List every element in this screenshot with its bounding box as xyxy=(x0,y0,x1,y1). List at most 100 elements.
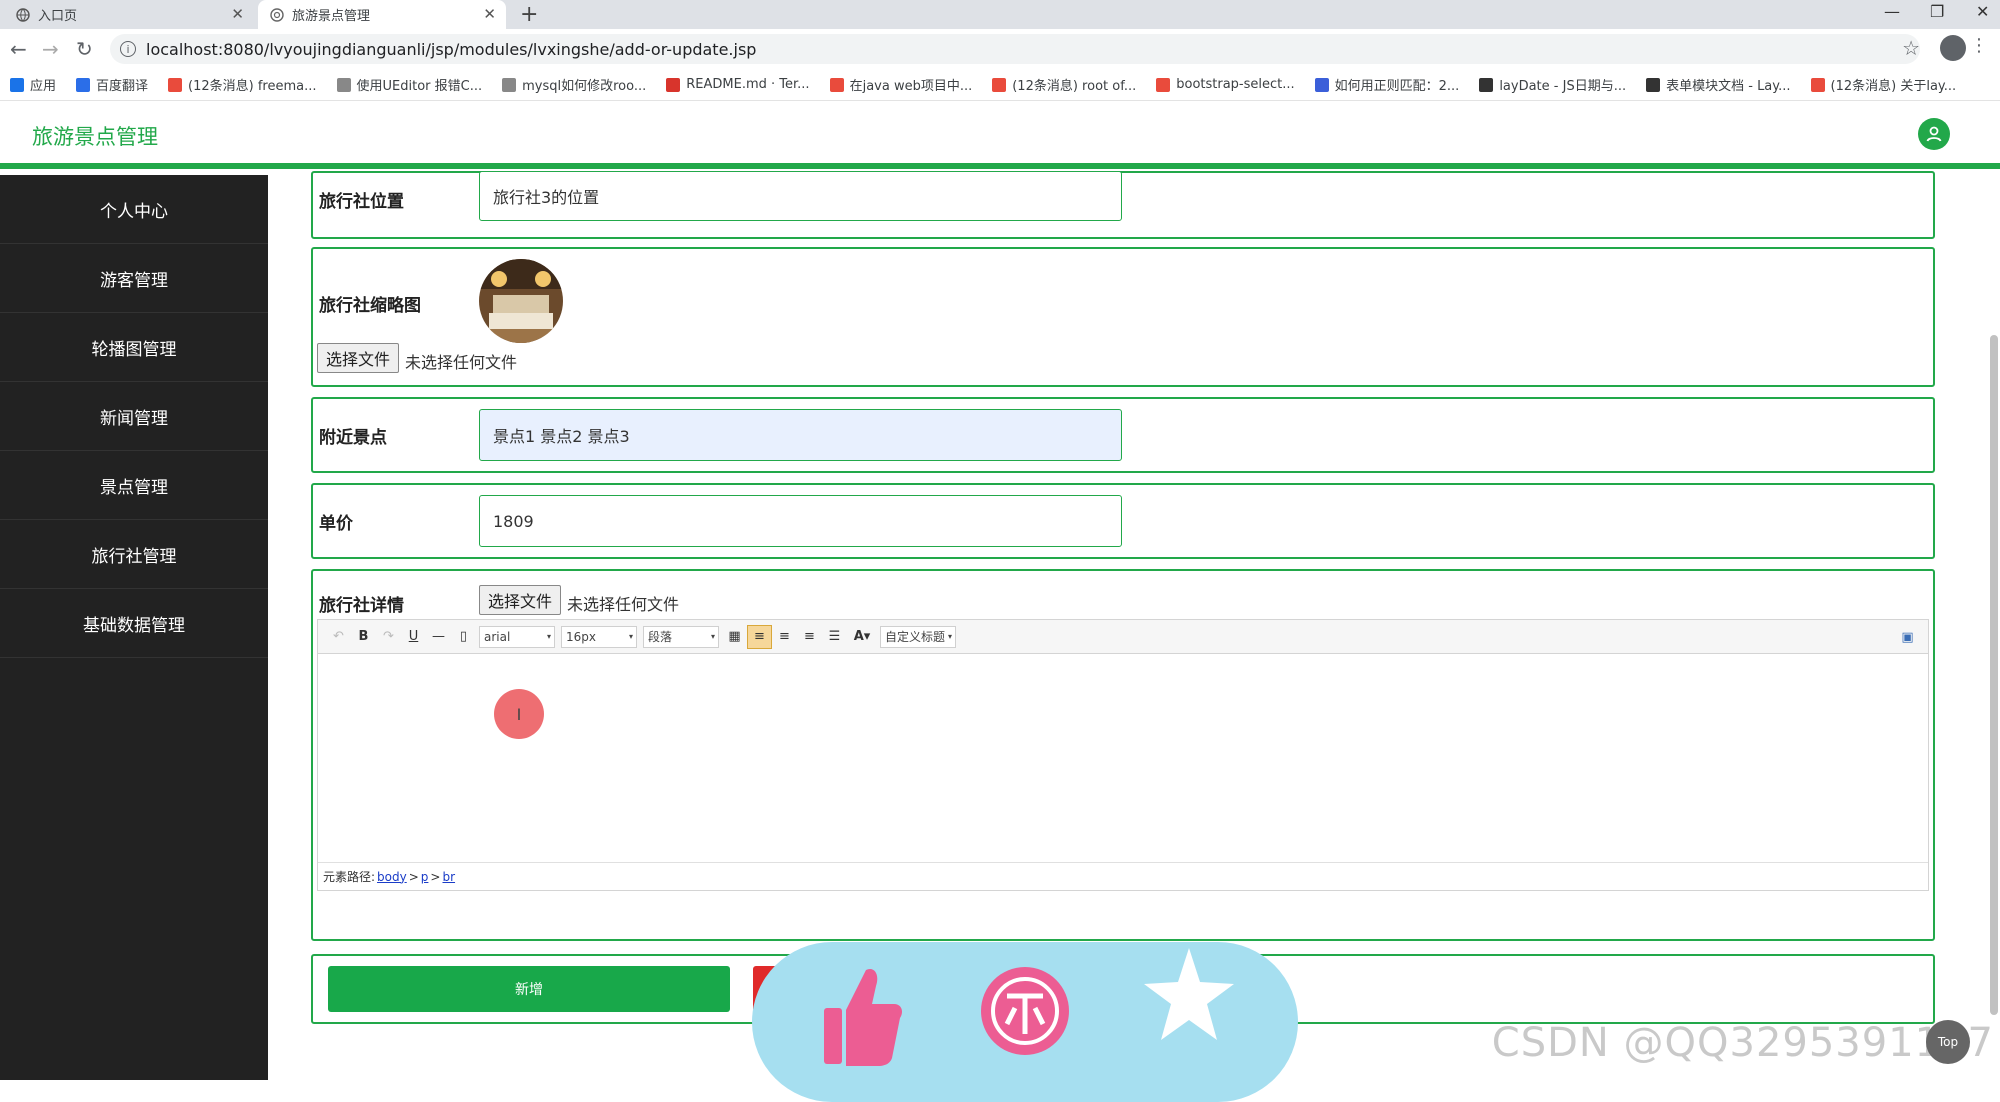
align-justify-icon[interactable]: ☰ xyxy=(822,625,847,649)
detail-choose-file-button[interactable]: 选择文件 xyxy=(479,585,562,615)
font-size-select[interactable]: 16px ▾ xyxy=(561,625,637,648)
coin-icon[interactable] xyxy=(980,956,1070,1056)
path-link-body[interactable]: body xyxy=(377,870,407,884)
forward-icon[interactable]: → xyxy=(42,37,59,61)
bookmark-item[interactable]: 应用 xyxy=(10,75,56,94)
close-window-icon[interactable]: ✕ xyxy=(1976,2,1989,21)
custom-title-value: 自定义标题 xyxy=(885,630,946,644)
bookmark-item[interactable]: 百度翻译 xyxy=(76,75,148,94)
location-input[interactable]: 旅行社3的位置 xyxy=(479,171,1122,221)
close-tab-icon[interactable]: ✕ xyxy=(231,5,244,23)
editor-content-area[interactable]: I xyxy=(318,654,1928,864)
align-center-icon[interactable]: ≡ xyxy=(772,625,797,649)
location-section: 旅行社位置 旅行社3的位置 xyxy=(311,171,1935,239)
reload-icon[interactable]: ↻ xyxy=(76,37,93,61)
price-input[interactable]: 1809 xyxy=(479,495,1122,547)
align-left-icon[interactable]: ≡ xyxy=(747,624,772,649)
dropdown-arrow-icon: ▾ xyxy=(628,632,633,641)
bookmark-label: (12条消息) freema... xyxy=(188,79,317,94)
user-icon[interactable] xyxy=(1918,118,1950,150)
bookmark-favicon-icon xyxy=(168,77,183,92)
new-tab-icon[interactable]: + xyxy=(520,2,538,27)
back-to-top-button[interactable]: Top xyxy=(1926,1020,1970,1064)
thumbnail-choose-file-button[interactable]: 选择文件 xyxy=(317,343,400,373)
sidebar-item-scenic-spots[interactable]: 景点管理 xyxy=(0,451,268,520)
redo-icon[interactable]: ↷ xyxy=(376,625,401,649)
font-color-icon[interactable]: A▾ xyxy=(847,625,877,649)
bookmark-item[interactable]: 表单模块文档 - Lay... xyxy=(1646,75,1791,94)
nearby-label: 附近景点 xyxy=(319,428,387,448)
path-link-br[interactable]: br xyxy=(442,870,455,884)
bookmark-star-icon[interactable]: ☆ xyxy=(1902,36,1920,60)
bookmark-favicon-icon xyxy=(10,77,24,92)
bookmark-item[interactable]: bootstrap-select... xyxy=(1156,77,1295,92)
sidebar-item-base-data[interactable]: 基础数据管理 xyxy=(0,589,268,658)
minimize-icon[interactable]: — xyxy=(1884,2,1900,21)
close-tab-icon[interactable]: ✕ xyxy=(483,5,496,23)
paragraph-value: 段落 xyxy=(648,630,673,644)
font-family-select[interactable]: arial ▾ xyxy=(479,625,555,648)
paragraph-select[interactable]: 段落 ▾ xyxy=(643,625,719,648)
bookmark-item[interactable]: (12条消息) root of... xyxy=(992,75,1136,94)
thumbnail-file-status: 未选择任何文件 xyxy=(405,353,518,372)
bookmarks-bar: 应用 百度翻译 (12条消息) freema... 使用UEditor 报错C... m… xyxy=(0,69,2000,101)
font-family-value: arial xyxy=(484,629,511,644)
sidebar-item-travel-agencies[interactable]: 旅行社管理 xyxy=(0,520,268,589)
url-text: localhost:8080/lvyoujingdianguanli/jsp/m… xyxy=(146,39,757,59)
star-icon[interactable] xyxy=(1144,946,1234,1046)
reaction-overlay xyxy=(752,942,1298,1102)
bookmark-item[interactable]: 如何用正则匹配：2... xyxy=(1314,75,1460,94)
sidebar-item-personal-center[interactable]: 个人中心 xyxy=(0,175,268,244)
rich-text-editor: ↶ B ↷ U — ▯ arial ▾ 16px ▾ 段落 ▾ ▦ ≡ ≡ ≡ ☰ A… xyxy=(317,619,1929,891)
bookmark-favicon-icon xyxy=(1810,77,1825,92)
price-label: 单价 xyxy=(319,514,353,534)
page-break-icon[interactable]: ▯ xyxy=(451,625,476,649)
bookmark-label: (12条消息) 关于lay... xyxy=(1830,79,1957,94)
info-icon[interactable]: i xyxy=(120,41,136,57)
profile-avatar-icon[interactable] xyxy=(1940,35,1966,61)
browser-tab-app[interactable]: 旅游景点管理 ✕ xyxy=(258,0,506,29)
sidebar: 个人中心 游客管理 轮播图管理 新闻管理 景点管理 旅行社管理 基础数据管理 xyxy=(0,175,268,1080)
bookmark-label: bootstrap-select... xyxy=(1176,77,1295,92)
thumbs-up-icon[interactable] xyxy=(814,960,904,1066)
bookmark-item[interactable]: 在java web项目中... xyxy=(829,75,972,94)
bookmark-item[interactable]: layDate - JS日期与... xyxy=(1479,75,1626,94)
submit-button[interactable]: 新增 xyxy=(328,966,730,1012)
browser-menu-icon[interactable]: ⋮ xyxy=(1970,35,1988,56)
bookmark-label: 如何用正则匹配：2... xyxy=(1334,79,1460,94)
restore-icon[interactable]: ❐ xyxy=(1930,2,1944,21)
sidebar-item-news[interactable]: 新闻管理 xyxy=(0,382,268,451)
bold-icon[interactable]: B xyxy=(351,625,376,649)
text-cursor-icon: I xyxy=(494,689,544,739)
bookmark-label: (12条消息) root of... xyxy=(1012,79,1137,94)
horizontal-rule-icon[interactable]: — xyxy=(426,625,451,649)
thumbnail-image xyxy=(479,259,563,343)
dropdown-arrow-icon: ▾ xyxy=(546,632,551,641)
underline-icon[interactable]: U xyxy=(401,625,426,649)
table-icon[interactable]: ▦ xyxy=(722,625,747,649)
app-title: 旅游景点管理 xyxy=(32,125,158,149)
fullscreen-icon[interactable]: ▣ xyxy=(1895,625,1920,649)
undo-icon[interactable]: ↶ xyxy=(326,625,351,649)
sidebar-item-carousel[interactable]: 轮播图管理 xyxy=(0,313,268,382)
bookmark-favicon-icon xyxy=(992,77,1007,92)
bookmark-item[interactable]: (12条消息) 关于lay... xyxy=(1810,75,1957,94)
nearby-input[interactable]: 景点1 景点2 景点3 xyxy=(479,409,1122,461)
bookmark-item[interactable]: 使用UEditor 报错C... xyxy=(336,75,482,94)
browser-tab-entry[interactable]: 入口页 ✕ xyxy=(4,0,254,29)
path-link-p[interactable]: p xyxy=(421,870,429,884)
page-scrollbar[interactable] xyxy=(1990,335,1998,1015)
watermark-text: CSDN @QQ3295391197 xyxy=(1491,1020,1994,1066)
url-field[interactable]: i localhost:8080/lvyoujingdianguanli/jsp… xyxy=(110,34,1920,64)
custom-title-select[interactable]: 自定义标题 ▾ xyxy=(880,625,956,648)
bookmark-item[interactable]: README.md · Ter... xyxy=(666,77,810,92)
browser-tab-strip: 入口页 ✕ 旅游景点管理 ✕ + — ❐ ✕ xyxy=(0,0,2000,29)
sidebar-item-tourists[interactable]: 游客管理 xyxy=(0,244,268,313)
tab-title: 入口页 xyxy=(38,9,78,24)
align-right-icon[interactable]: ≡ xyxy=(797,625,822,649)
bookmark-favicon-icon xyxy=(666,77,681,92)
bookmark-item[interactable]: mysql如何修改roo... xyxy=(502,75,646,94)
bookmark-item[interactable]: (12条消息) freema... xyxy=(168,75,317,94)
price-section: 单价 1809 xyxy=(311,483,1935,559)
back-icon[interactable]: ← xyxy=(10,37,27,61)
